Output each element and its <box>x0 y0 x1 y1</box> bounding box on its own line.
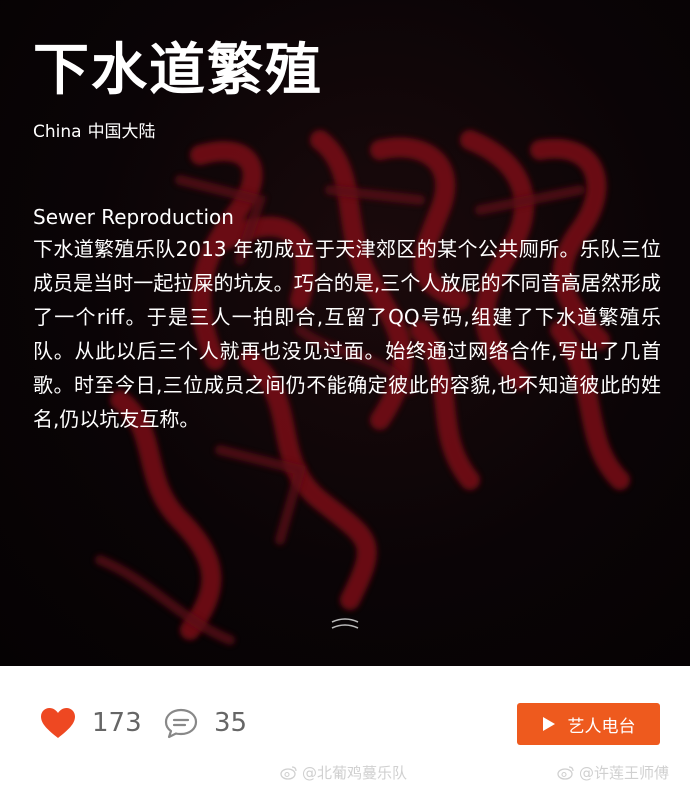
watermark-left: @北葡鸡蔓乐队 <box>280 762 407 783</box>
artist-radio-button[interactable]: 艺人电台 <box>517 703 660 745</box>
artist-name: 下水道繁殖 <box>33 38 323 103</box>
artist-hero: 下水道繁殖 China 中国大陆 Sewer Reproduction 下水道繁殖… <box>0 0 690 666</box>
comment-count: 35 <box>214 708 248 738</box>
watermark-right-text: @许莲王师傅 <box>579 764 670 782</box>
artist-bio: 下水道繁殖乐队2013 年初成立于天津郊区的某个公共厕所。乐队三位成员是当时一起… <box>33 237 661 431</box>
expand-chevron-icon[interactable] <box>330 617 360 633</box>
watermark-right: @许莲王师傅 <box>557 762 669 783</box>
weibo-icon <box>557 766 574 780</box>
origin-country-zh: 中国大陆 <box>87 122 156 142</box>
comment-icon[interactable] <box>163 707 199 739</box>
watermark-left-text: @北葡鸡蔓乐队 <box>302 764 408 782</box>
artist-english-name: Sewer Reproduction <box>33 205 234 229</box>
artist-radio-label: 艺人电台 <box>567 716 636 737</box>
weibo-icon <box>280 766 297 780</box>
artist-origin: China 中国大陆 <box>33 117 162 142</box>
origin-country-en: China <box>33 122 82 142</box>
like-count: 173 <box>92 708 142 738</box>
play-icon <box>542 717 555 731</box>
heart-icon[interactable] <box>40 707 76 739</box>
artist-description: Sewer Reproduction 下水道繁殖乐队2013 年初成立于天津郊区… <box>33 202 661 436</box>
